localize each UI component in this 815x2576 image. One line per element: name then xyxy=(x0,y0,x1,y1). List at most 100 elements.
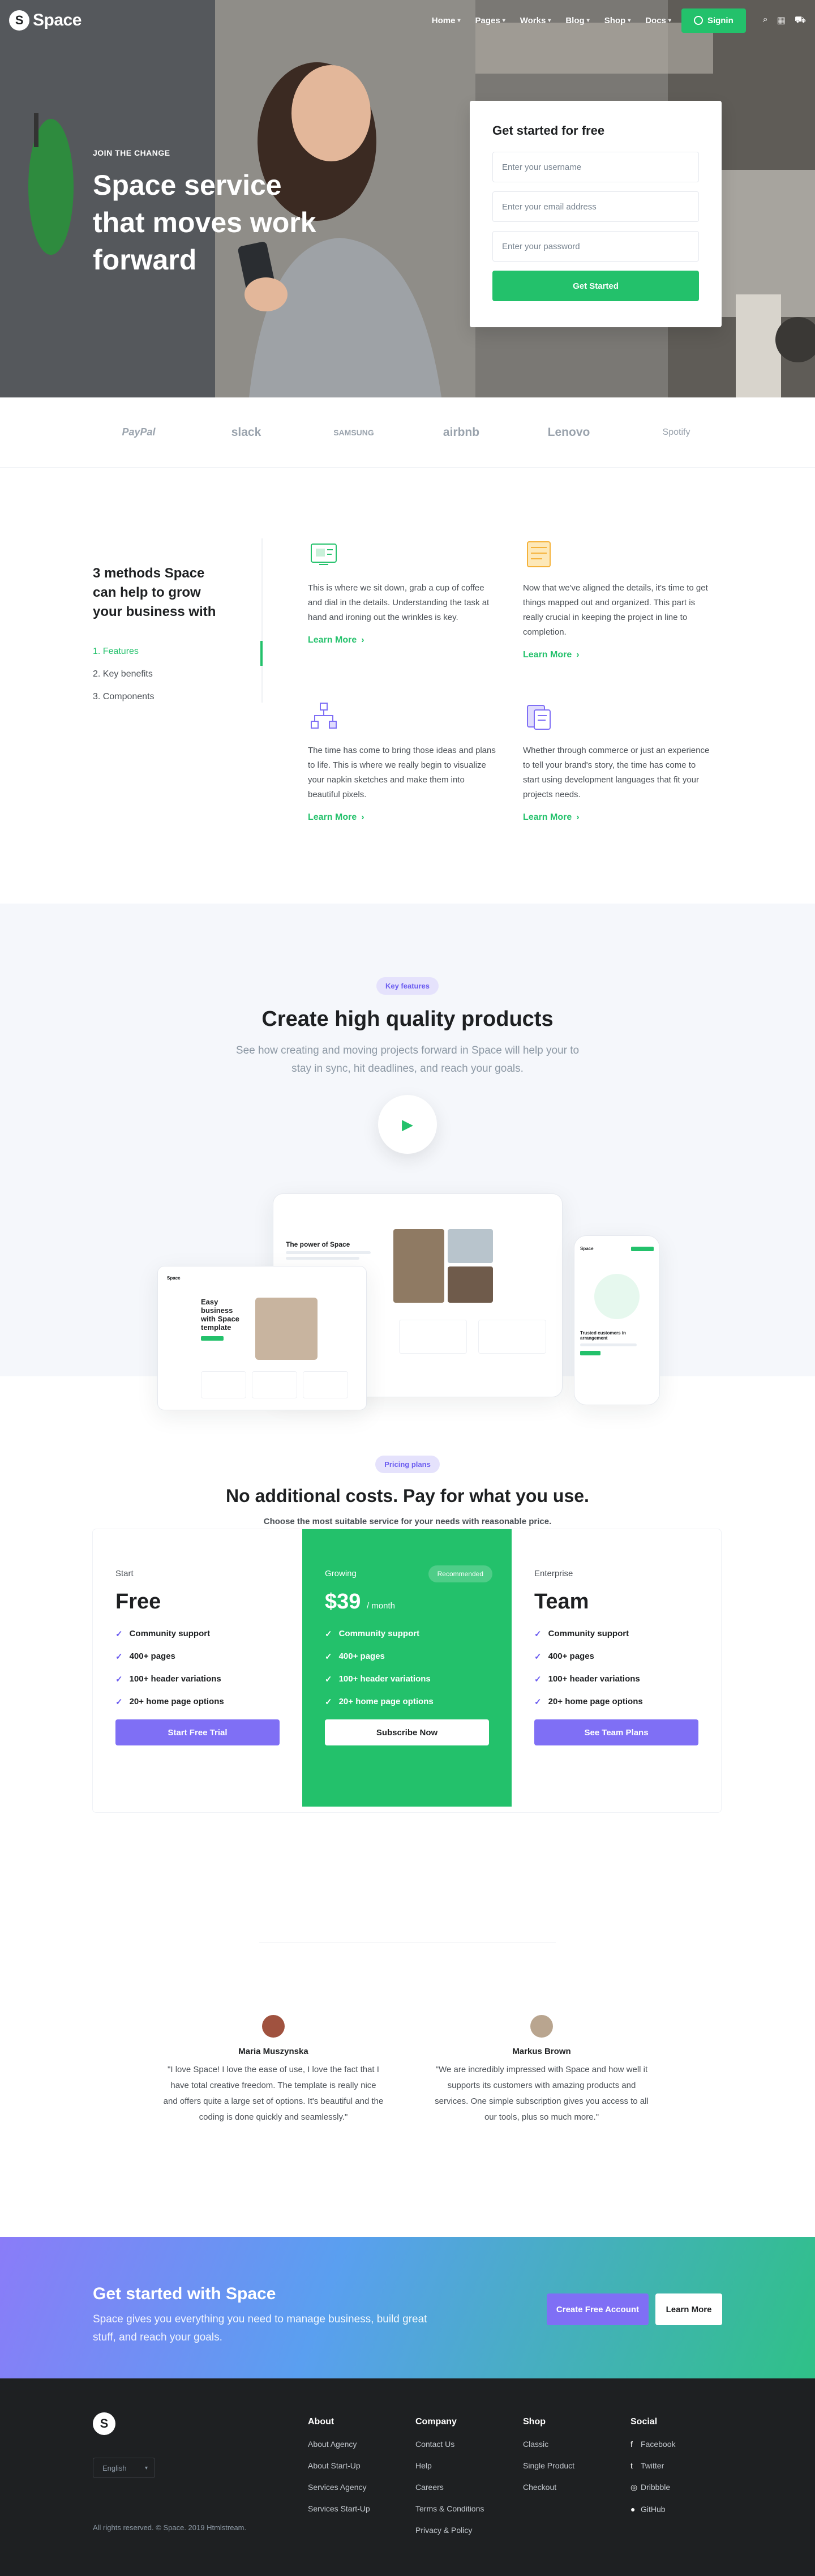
email-input[interactable]: Enter your email address xyxy=(492,191,699,222)
check-icon: ✓ xyxy=(115,1675,123,1684)
dribbble-link[interactable]: ◎ Dribbble xyxy=(630,2483,675,2492)
plan-card-start: Start Free ✓ Community support ✓ 400+ page… xyxy=(93,1529,302,1812)
footer-link[interactable]: Privacy & Policy xyxy=(415,2526,484,2535)
brand-logo-paypal: PayPal xyxy=(122,426,156,438)
check-icon: ✓ xyxy=(534,1652,542,1662)
brand-logo-spotify: Spotify xyxy=(662,427,690,437)
tab-key-benefits[interactable]: 2. Key benefits xyxy=(93,669,261,679)
nav-blog[interactable]: Blog ▾ xyxy=(565,16,589,25)
top-navbar: S Space Home ▾ Pages ▾ Works ▾ Blog ▾ Shop ▾ … xyxy=(0,0,815,41)
footer-logo[interactable]: S xyxy=(93,2412,115,2435)
plan-feature: ✓ 100+ header variations xyxy=(325,1674,489,1684)
footer-link[interactable]: Terms & Conditions xyxy=(415,2504,484,2513)
testimonial-card: Maria Muszynska "I love Space! I love th… xyxy=(163,2015,384,2125)
hero-section: S Space Home ▾ Pages ▾ Works ▾ Blog ▾ Shop ▾ … xyxy=(0,0,815,397)
see-team-plans-button[interactable]: See Team Plans xyxy=(534,1719,698,1745)
tab-features[interactable]: 1. Features xyxy=(93,641,263,666)
dribbble-icon: ◎ xyxy=(630,2483,638,2492)
nav-docs[interactable]: Docs ▾ xyxy=(645,16,671,25)
signin-button[interactable]: Signin xyxy=(681,8,746,33)
testimonial-quote: "We are incredibly impressed with Space … xyxy=(435,2065,649,2122)
facebook-link[interactable]: f Facebook xyxy=(630,2440,675,2449)
chevron-down-icon: ▾ xyxy=(502,17,505,24)
subscribe-now-button[interactable]: Subscribe Now xyxy=(325,1719,489,1745)
language-select[interactable]: English ▾ xyxy=(93,2458,155,2478)
footer-link[interactable]: Careers xyxy=(415,2483,484,2492)
laptop-mockup-hero: Easy business with Space template xyxy=(167,1298,357,1360)
plan-feature-label: Community support xyxy=(129,1629,211,1638)
recommended-badge: Recommended xyxy=(428,1565,492,1582)
desktop-mockup-title: The power of Space xyxy=(286,1240,350,1248)
phone-illustration xyxy=(594,1274,640,1319)
footer-link[interactable]: Single Product xyxy=(523,2461,574,2470)
check-icon: ✓ xyxy=(534,1697,542,1707)
phone-mockup-brand: Space xyxy=(580,1246,594,1251)
footer-column-title: Shop xyxy=(523,2417,546,2427)
play-icon: ▶ xyxy=(402,1115,413,1133)
learn-more-link[interactable]: Learn More › xyxy=(308,812,364,823)
start-free-trial-button[interactable]: Start Free Trial xyxy=(115,1719,280,1745)
desktop-mockup-photos xyxy=(393,1229,495,1308)
key-features-subtitle: See how creating and moving projects for… xyxy=(235,1045,580,1075)
plan-feature-label: 20+ home page options xyxy=(548,1697,643,1706)
check-icon: ✓ xyxy=(115,1652,123,1662)
placeholder-line xyxy=(286,1257,359,1260)
nav-works[interactable]: Works ▾ xyxy=(520,16,551,25)
design-icon xyxy=(311,544,337,565)
pricing-section: Pricing plans No additional costs. Pay f… xyxy=(0,1376,815,1942)
play-video-button[interactable]: ▶ xyxy=(378,1095,437,1154)
footer-link[interactable]: Services Start-Up xyxy=(308,2504,370,2513)
password-input[interactable]: Enter your password xyxy=(492,231,699,262)
tab-components[interactable]: 3. Components xyxy=(93,692,261,702)
chevron-right-icon: › xyxy=(361,812,364,822)
username-input[interactable]: Enter your username xyxy=(492,152,699,182)
placeholder-line xyxy=(580,1343,637,1346)
grid-icon[interactable]: ▦ xyxy=(777,15,786,26)
nav-links: Home ▾ Pages ▾ Works ▾ Blog ▾ Shop ▾ Docs ▾ xyxy=(432,16,671,25)
footer-link[interactable]: Help xyxy=(415,2461,484,2470)
footer-link[interactable]: Services Agency xyxy=(308,2483,370,2492)
plan-feature: ✓ 400+ pages xyxy=(325,1651,489,1662)
signup-form-card: Get started for free Enter your username… xyxy=(470,101,722,327)
footer-link[interactable]: About Agency xyxy=(308,2440,370,2449)
brand-logo-samsung: SAMSUNG xyxy=(333,427,374,437)
testimonial-name: Maria Muszynska xyxy=(238,2047,308,2056)
cart-icon[interactable]: ⛟ xyxy=(795,15,806,26)
learn-more-link[interactable]: Learn More › xyxy=(523,650,580,660)
nav-home[interactable]: Home ▾ xyxy=(432,16,461,25)
check-icon: ✓ xyxy=(325,1652,332,1662)
brand-logo[interactable]: S Space xyxy=(9,10,82,31)
create-free-account-button[interactable]: Create Free Account xyxy=(547,2293,649,2325)
laptop-mockup-text: Easy business with Space template xyxy=(167,1298,246,1360)
chevron-down-icon: ▾ xyxy=(586,17,590,24)
footer-link[interactable]: Contact Us xyxy=(415,2440,484,2449)
brand-logo-airbnb: airbnb xyxy=(443,425,480,439)
check-icon: ✓ xyxy=(325,1697,332,1707)
nav-shop[interactable]: Shop ▾ xyxy=(604,16,631,25)
check-icon: ✓ xyxy=(325,1629,332,1639)
photo-placeholder xyxy=(448,1266,493,1303)
twitter-label: Twitter xyxy=(641,2461,664,2470)
github-link[interactable]: ● GitHub xyxy=(630,2505,675,2514)
footer-link[interactable]: Checkout xyxy=(523,2483,574,2492)
plan-name: Enterprise xyxy=(534,1569,573,1578)
twitter-icon: t xyxy=(630,2461,633,2470)
site-footer: S English ▾ All rights reserved. © Space.… xyxy=(0,2378,815,2576)
mini-button xyxy=(580,1351,600,1355)
plan-price-period: / month xyxy=(366,1601,395,1611)
footer-column-social: Social f Facebook t Twitter ◎ Dribbble ● Git… xyxy=(630,2417,675,2526)
search-icon[interactable]: ⌕ xyxy=(763,15,768,26)
footer-link[interactable]: About Start-Up xyxy=(308,2461,370,2470)
footer-link[interactable]: Classic xyxy=(523,2440,574,2449)
twitter-link[interactable]: t Twitter xyxy=(630,2461,675,2470)
copyright: All rights reserved. © Space. 2019 Htmls… xyxy=(93,2523,247,2532)
learn-more-link[interactable]: Learn More › xyxy=(308,635,364,645)
get-started-button[interactable]: Get Started xyxy=(492,271,699,301)
learn-more-link[interactable]: Learn More › xyxy=(523,812,580,823)
laptop-mockup-title: Easy business with Space template xyxy=(201,1298,239,1332)
pricing-title: No additional costs. Pay for what you us… xyxy=(226,1486,589,1506)
learn-more-button[interactable]: Learn More xyxy=(655,2293,722,2325)
plan-feature-label: Community support xyxy=(338,1629,420,1638)
check-icon: ✓ xyxy=(325,1675,332,1684)
nav-pages[interactable]: Pages ▾ xyxy=(475,16,505,25)
